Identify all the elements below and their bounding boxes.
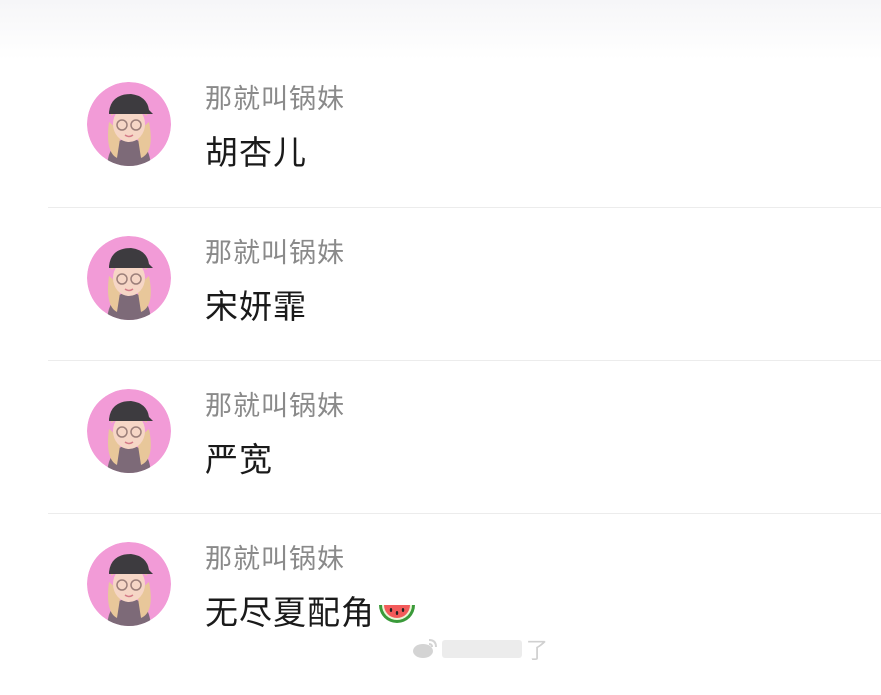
- comment-author[interactable]: 那就叫锅妹: [205, 82, 345, 118]
- comment-item[interactable]: 那就叫锅妹 胡杏儿: [0, 82, 881, 235]
- comment-text: 无尽夏配角: [205, 592, 417, 634]
- divider: [48, 207, 881, 208]
- comment-text-content: 胡杏儿: [205, 133, 307, 172]
- comment-text-content: 无尽夏配角: [205, 593, 375, 632]
- avatar-image: [87, 236, 171, 320]
- comment-text: 宋妍霏: [205, 286, 307, 328]
- comment-text: 胡杏儿: [205, 132, 307, 174]
- avatar[interactable]: [87, 82, 171, 166]
- avatar[interactable]: [87, 389, 171, 473]
- comment-text-content: 宋妍霏: [205, 287, 307, 326]
- comment-author[interactable]: 那就叫锅妹: [205, 542, 345, 578]
- avatar-image: [87, 389, 171, 473]
- comment-text: 严宽: [205, 439, 273, 481]
- watermark-blur: [442, 640, 522, 658]
- watermark-text: 了: [526, 639, 549, 664]
- top-background: [0, 0, 881, 60]
- weibo-icon: [413, 639, 437, 658]
- comment-author[interactable]: 那就叫锅妹: [205, 236, 345, 272]
- comment-item[interactable]: 那就叫锅妹 宋妍霏: [0, 236, 881, 389]
- divider: [48, 513, 881, 514]
- comment-author[interactable]: 那就叫锅妹: [205, 389, 345, 425]
- watermelon-icon: [379, 605, 415, 623]
- comment-text-content: 严宽: [205, 440, 273, 479]
- comment-item[interactable]: 那就叫锅妹 无尽夏配角: [0, 542, 881, 695]
- avatar-image: [87, 542, 171, 626]
- watermark: 了: [412, 633, 548, 665]
- avatar[interactable]: [87, 542, 171, 626]
- avatar[interactable]: [87, 236, 171, 320]
- avatar-image: [87, 82, 171, 166]
- divider: [48, 360, 881, 361]
- comment-item[interactable]: 那就叫锅妹 严宽: [0, 389, 881, 542]
